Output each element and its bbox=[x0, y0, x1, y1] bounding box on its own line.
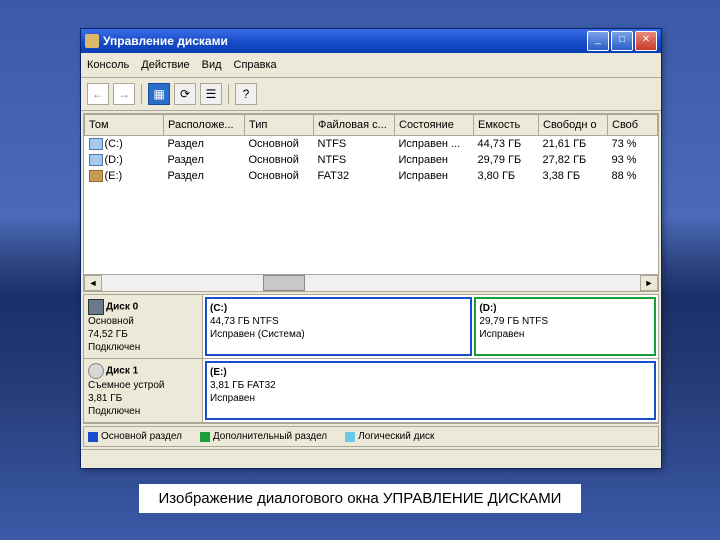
titlebar[interactable]: Управление дисками _ □ ✕ bbox=[81, 29, 661, 53]
legend-swatch-extended bbox=[200, 432, 210, 442]
disk-info[interactable]: Диск 0 Основной 74,52 ГБ Подключен bbox=[84, 295, 203, 358]
scroll-right-icon[interactable]: ► bbox=[640, 275, 658, 291]
menubar: Консоль Действие Вид Справка bbox=[81, 53, 661, 78]
properties-button[interactable]: ☰ bbox=[200, 83, 222, 105]
maximize-button[interactable]: □ bbox=[611, 31, 633, 51]
hard-disk-icon bbox=[88, 299, 104, 315]
scroll-thumb[interactable] bbox=[263, 275, 305, 291]
partition[interactable]: (D:) 29,79 ГБ NTFS Исправен bbox=[474, 297, 656, 356]
volume-row[interactable]: (E:) Раздел Основной FAT32 Исправен 3,80… bbox=[85, 168, 658, 184]
volume-row[interactable]: (C:) Раздел Основной NTFS Исправен ... 4… bbox=[85, 136, 658, 153]
menu-action[interactable]: Действие bbox=[141, 59, 189, 71]
help-button[interactable]: ? bbox=[235, 83, 257, 105]
menu-console[interactable]: Консоль bbox=[87, 59, 129, 71]
removable-disk-icon bbox=[88, 363, 104, 379]
col-pctfree[interactable]: Своб bbox=[608, 115, 658, 136]
disk-management-window: Управление дисками _ □ ✕ Консоль Действи… bbox=[80, 28, 662, 469]
refresh-button[interactable]: ⟳ bbox=[174, 83, 196, 105]
col-fs[interactable]: Файловая с... bbox=[314, 115, 395, 136]
back-button[interactable]: ← bbox=[87, 83, 109, 105]
col-layout[interactable]: Расположе... bbox=[164, 115, 245, 136]
view-top-button[interactable]: ▦ bbox=[148, 83, 170, 105]
menu-help[interactable]: Справка bbox=[234, 59, 277, 71]
scroll-track[interactable] bbox=[102, 275, 640, 291]
column-headers[interactable]: Том Расположе... Тип Файловая с... Состо… bbox=[85, 115, 658, 136]
list-spacer bbox=[84, 184, 658, 274]
col-status[interactable]: Состояние bbox=[395, 115, 474, 136]
disk-row: Диск 1 Съемное устрой 3,81 ГБ Подключен … bbox=[84, 359, 658, 423]
volume-icon bbox=[89, 170, 103, 182]
minimize-button[interactable]: _ bbox=[587, 31, 609, 51]
close-button[interactable]: ✕ bbox=[635, 31, 657, 51]
legend-swatch-logical bbox=[345, 432, 355, 442]
legend-swatch-primary bbox=[88, 432, 98, 442]
horizontal-scrollbar[interactable]: ◄ ► bbox=[84, 274, 658, 291]
col-volume[interactable]: Том bbox=[85, 115, 164, 136]
window-title: Управление дисками bbox=[103, 34, 585, 48]
app-icon bbox=[85, 34, 99, 48]
volume-list: Том Расположе... Тип Файловая с... Состо… bbox=[83, 113, 659, 292]
toolbar: ← → ▦ ⟳ ☰ ? bbox=[81, 78, 661, 111]
volume-icon bbox=[89, 138, 103, 150]
col-type[interactable]: Тип bbox=[245, 115, 314, 136]
disk-info[interactable]: Диск 1 Съемное устрой 3,81 ГБ Подключен bbox=[84, 359, 203, 422]
forward-button[interactable]: → bbox=[113, 83, 135, 105]
scroll-left-icon[interactable]: ◄ bbox=[84, 275, 102, 291]
partition[interactable]: (E:) 3,81 ГБ FAT32 Исправен bbox=[205, 361, 656, 420]
volume-icon bbox=[89, 154, 103, 166]
menu-view[interactable]: Вид bbox=[202, 59, 222, 71]
volume-row[interactable]: (D:) Раздел Основной NTFS Исправен 29,79… bbox=[85, 152, 658, 168]
disk-row: Диск 0 Основной 74,52 ГБ Подключен (С:) … bbox=[84, 295, 658, 359]
col-capacity[interactable]: Емкость bbox=[474, 115, 539, 136]
col-free[interactable]: Свободн о bbox=[539, 115, 608, 136]
disk-graphical-view: Диск 0 Основной 74,52 ГБ Подключен (С:) … bbox=[83, 294, 659, 424]
slide-caption: Изображение диалогового окна УПРАВЛЕНИЕ … bbox=[0, 480, 720, 517]
statusbar bbox=[81, 449, 661, 468]
partition[interactable]: (С:) 44,73 ГБ NTFS Исправен (Система) bbox=[205, 297, 472, 356]
legend: Основной раздел Дополнительный раздел Ло… bbox=[83, 426, 659, 447]
